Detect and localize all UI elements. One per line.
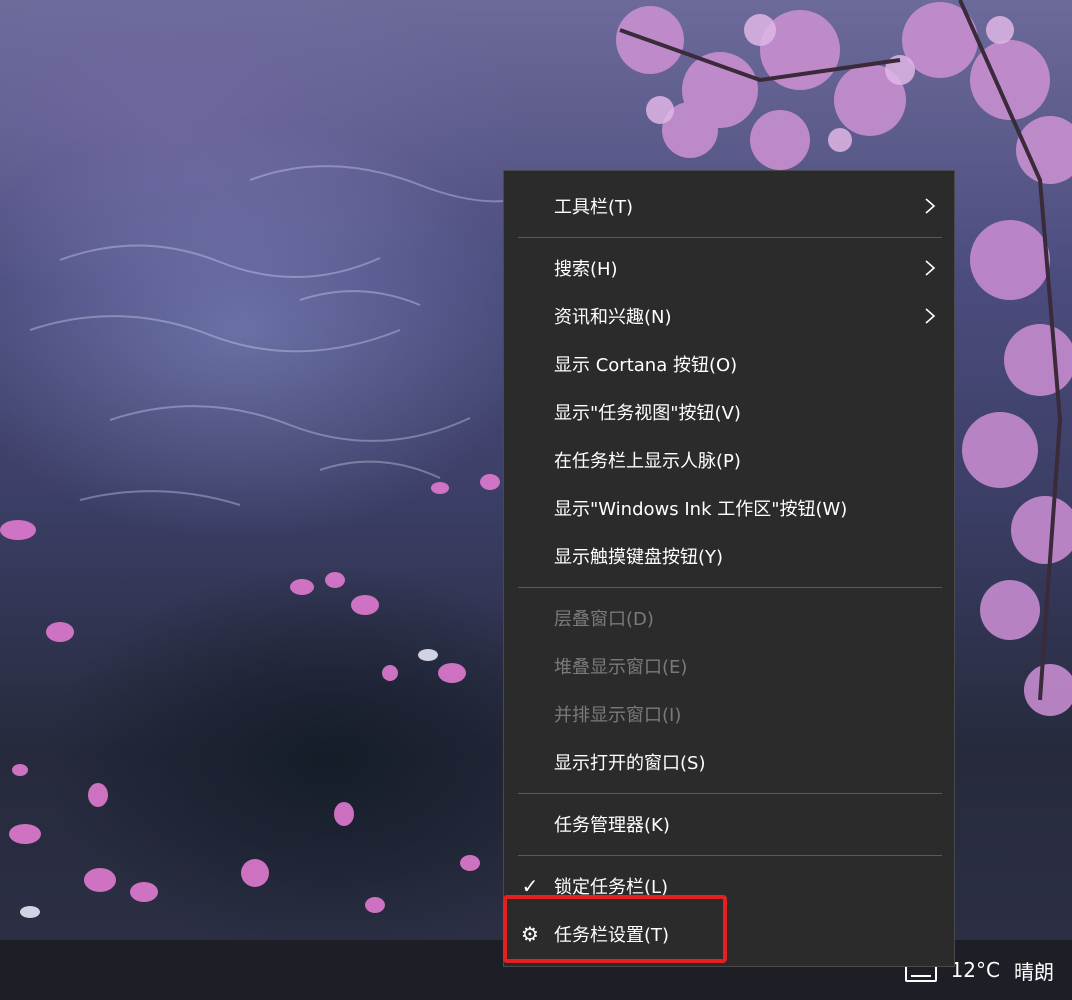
weather-condition[interactable]: 晴朗 [1014,956,1054,985]
menu-item-4-1[interactable]: ⚙ 任务栏设置(T) [504,912,954,956]
taskbar-context-menu: 工具栏(T) 搜索(H) 资讯和兴趣(N) 显示 Cortana 按钮(O) 显示"任务… [503,170,955,967]
menu-item-label: 显示"任务视图"按钮(V) [554,403,741,424]
menu-item-1-3[interactable]: 显示"任务视图"按钮(V) [504,390,954,434]
menu-item-1-5[interactable]: 显示"Windows Ink 工作区"按钮(W) [504,486,954,530]
menu-item-label: 工具栏(T) [554,197,634,218]
menu-item-1-6[interactable]: 显示触摸键盘按钮(Y) [504,534,954,578]
checkmark-icon: ✓ [521,874,539,898]
menu-item-label: 资讯和兴趣(N) [554,307,672,328]
menu-item-1-4[interactable]: 在任务栏上显示人脉(P) [504,438,954,482]
menu-separator [518,855,942,856]
menu-item-label: 显示触摸键盘按钮(Y) [554,547,724,568]
menu-item-label: 在任务栏上显示人脉(P) [554,451,741,472]
menu-item-label: 搜索(H) [554,259,618,280]
menu-separator [518,587,942,588]
chevron-right-icon [925,198,936,214]
menu-item-label: 显示打开的窗口(S) [554,753,706,774]
chevron-right-icon [925,308,936,324]
menu-item-2-0: 层叠窗口(D) [504,596,954,640]
menu-item-4-0[interactable]: ✓ 锁定任务栏(L) [504,864,954,908]
menu-item-label: 任务管理器(K) [554,815,670,836]
chevron-right-icon [925,260,936,276]
menu-item-label: 显示 Cortana 按钮(O) [554,355,738,376]
menu-separator [518,793,942,794]
menu-item-3-0[interactable]: 任务管理器(K) [504,802,954,846]
gear-icon: ⚙ [521,922,539,946]
menu-item-label: 显示"Windows Ink 工作区"按钮(W) [554,499,848,520]
menu-item-label: 层叠窗口(D) [554,609,654,630]
menu-item-2-1: 堆叠显示窗口(E) [504,644,954,688]
menu-item-1-2[interactable]: 显示 Cortana 按钮(O) [504,342,954,386]
menu-item-label: 任务栏设置(T) [554,925,670,946]
menu-item-label: 锁定任务栏(L) [554,877,669,898]
menu-item-0-0[interactable]: 工具栏(T) [504,184,954,228]
menu-item-1-0[interactable]: 搜索(H) [504,246,954,290]
menu-item-label: 并排显示窗口(I) [554,705,682,726]
menu-item-2-3[interactable]: 显示打开的窗口(S) [504,740,954,784]
menu-separator [518,237,942,238]
weather-temperature[interactable]: 12°C [951,958,1000,982]
menu-item-label: 堆叠显示窗口(E) [554,657,688,678]
menu-item-2-2: 并排显示窗口(I) [504,692,954,736]
menu-item-1-1[interactable]: 资讯和兴趣(N) [504,294,954,338]
